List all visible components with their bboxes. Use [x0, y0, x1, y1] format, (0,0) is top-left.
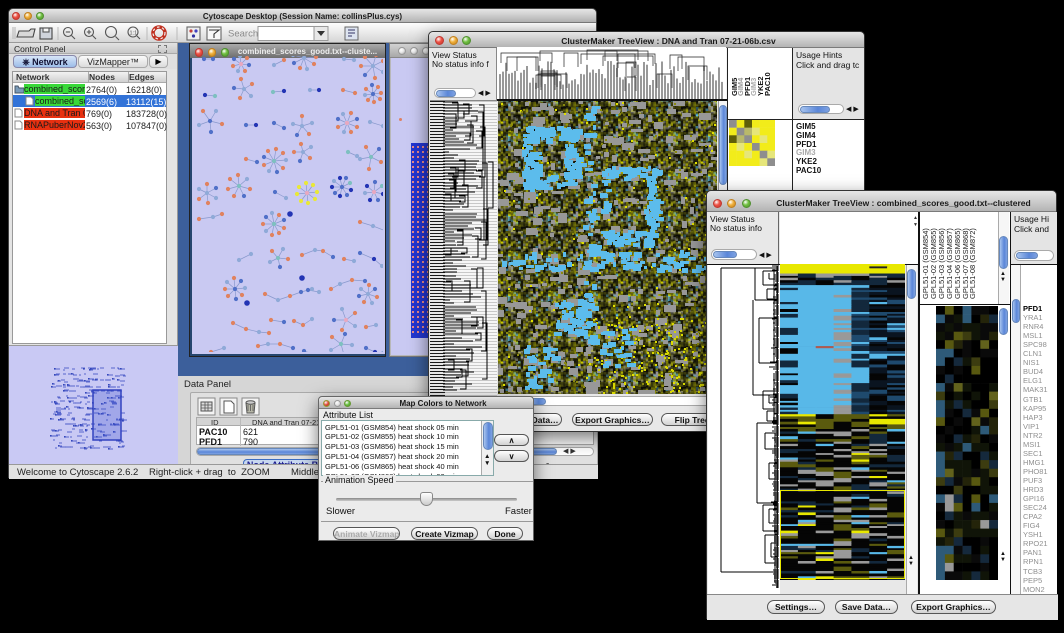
svg-text:Search:: Search:: [228, 29, 261, 40]
svg-text:1:1: 1:1: [130, 31, 138, 37]
